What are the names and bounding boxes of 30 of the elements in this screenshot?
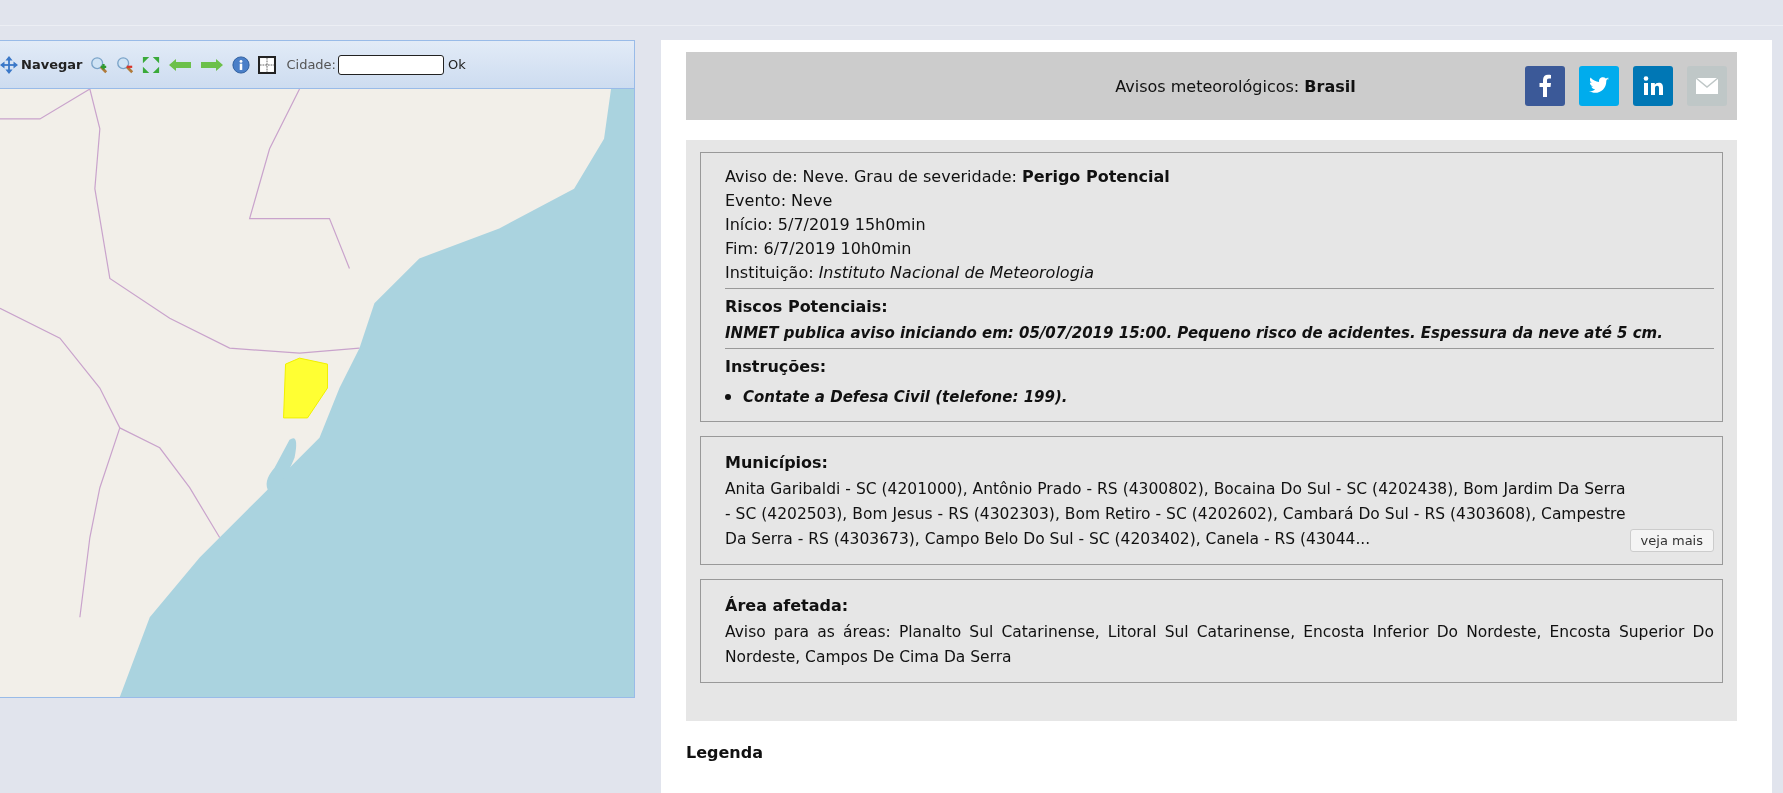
legend-heading: Legenda	[686, 743, 764, 762]
affected-area-text: Aviso para as áreas: Planalto Sul Catarinense, Litoral Sul Catarinense, Encosta Inferior Do Nordeste, Encosta Superior Do Nordeste, Campos De Cima Da Serra	[725, 622, 1714, 668]
grid-icon[interactable]	[258, 55, 277, 74]
instruction-item: Contate a Defesa Civil (telefone: 199).	[743, 387, 1068, 408]
city-input[interactable]	[338, 54, 444, 75]
affected-area-heading: Área afetada:	[725, 595, 850, 617]
alert-detail: Início: 5/7/2019 15h0min	[725, 214, 927, 236]
ok-button[interactable]: Ok	[448, 57, 466, 72]
facebook-share-icon[interactable]	[1525, 66, 1565, 106]
municipalities-text: Anita Garibaldi - SC (4201000), Antônio Prado - RS (4300802), Bocaina Do Sul - SC (4202438), Bom Jardim Da Serra - SC (4202503), Bom Jesus - RS (4302303), Bom Retiro - SC (4202602), Cambará Do Sul - RS (4303608), Campestre Da Serra - RS (4303673), Campo Belo Do Sul - SC (4203402), Canela - RS (43044...	[725, 479, 1626, 550]
zoom-out-icon[interactable]	[116, 55, 135, 74]
risks-text: INMET publica aviso iniciando em: 05/07/2019 15:00. Pequeno risco de acidentes. Espessura da neve até 5 cm.	[725, 323, 1664, 344]
zoom-in-icon[interactable]	[90, 55, 109, 74]
info-icon[interactable]	[232, 55, 251, 74]
move-arrows-icon	[0, 55, 18, 74]
bullet-icon	[725, 394, 731, 400]
header-title: Avisos meteorológicos: Brasil	[1114, 76, 1356, 96]
alert-detail: Evento: Neve	[725, 190, 834, 212]
linkedin-share-icon[interactable]	[1633, 66, 1673, 106]
zoom-extent-icon[interactable]	[142, 55, 161, 74]
municipalities-heading: Municípios:	[725, 452, 829, 474]
navigate-button[interactable]: Navegar	[0, 55, 83, 74]
instructions-heading: Instruções:	[725, 356, 828, 378]
see-more-button[interactable]: veja mais	[1629, 529, 1714, 552]
alert-detail: Instituição: Instituto Nacional de Meteorologia	[725, 262, 1096, 284]
alert-detail: Fim: 6/7/2019 10h0min	[725, 238, 913, 260]
alert-detail: Aviso de: Neve. Grau de severidade: Perigo Potencial	[725, 166, 1171, 188]
risks-heading: Riscos Potenciais:	[725, 296, 889, 318]
twitter-share-icon[interactable]	[1579, 66, 1619, 106]
city-label: Cidade:	[286, 57, 336, 72]
